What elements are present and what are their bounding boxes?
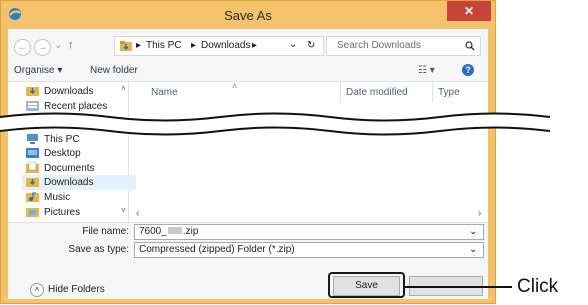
command-bar: Organise ▾ New folder ☷ ▾ ?: [8, 59, 488, 81]
folder-icon: [120, 41, 132, 51]
recent-locations-chevron-icon[interactable]: ⌄: [54, 40, 62, 51]
documents-folder-icon: [26, 162, 39, 173]
nav-item-downloads-selected[interactable]: Downloads: [22, 175, 136, 190]
nav-item-music[interactable]: Music: [26, 190, 126, 205]
help-icon[interactable]: ?: [462, 64, 474, 76]
breadcrumb-this-pc[interactable]: This PC: [146, 40, 182, 51]
breadcrumb-sep: ▸: [191, 40, 197, 51]
new-folder-button[interactable]: New folder: [90, 65, 138, 76]
column-header-date-modified[interactable]: Date modified: [346, 87, 408, 98]
breadcrumb-sep: ▸: [136, 40, 142, 51]
up-button[interactable]: ↑: [68, 39, 74, 51]
pictures-folder-icon: [26, 208, 39, 217]
redacted-block: [167, 227, 182, 234]
dialog-body: ← → ⌄ ↑ ▸ This PC ▸ Downloads ▸ ⌄ ↻ Sear…: [8, 29, 488, 299]
close-button[interactable]: ✕: [447, 1, 491, 21]
address-dropdown-icon[interactable]: ⌄: [289, 39, 297, 50]
file-name-input[interactable]: 7600_ .zip ⌄: [134, 224, 484, 240]
address-bar[interactable]: ▸ This PC ▸ Downloads ▸ ⌄ ↻: [114, 36, 324, 56]
nav-item-desktop[interactable]: Desktop: [26, 146, 126, 161]
forward-button[interactable]: →: [34, 39, 51, 56]
save-type-dropdown-icon[interactable]: ⌄: [469, 243, 477, 257]
click-annotation: Click: [517, 276, 559, 297]
file-name-dropdown-icon[interactable]: ⌄: [469, 225, 477, 239]
scroll-up-icon[interactable]: ˄: [121, 84, 126, 93]
save-button[interactable]: Save: [333, 276, 400, 296]
desktop-folder-icon: [26, 148, 39, 158]
refresh-icon[interactable]: ↻: [307, 40, 315, 51]
hide-folders-button[interactable]: Hide Folders: [48, 284, 105, 295]
break-marker: [0, 112, 588, 136]
breadcrumb-sep: ▸: [252, 40, 258, 51]
save-as-type-label: Save as type:: [68, 244, 129, 255]
scroll-right-icon[interactable]: ›: [478, 208, 481, 219]
search-box[interactable]: Search Downloads: [326, 36, 481, 56]
browser-pane: Downloads Recent places ˄ ˅ Name ˄ Date …: [8, 81, 488, 223]
save-as-dialog: Save As ✕ ← → ⌄ ↑ ▸ This PC ▸ Downloads …: [0, 0, 496, 304]
search-input[interactable]: Search Downloads: [337, 40, 421, 51]
downloads-folder-icon: [26, 178, 39, 187]
column-header-type[interactable]: Type: [438, 87, 460, 98]
breadcrumb-downloads[interactable]: Downloads: [201, 40, 250, 51]
save-as-type-select[interactable]: Compressed (zipped) Folder (*.zip) ⌄: [134, 242, 484, 258]
search-icon[interactable]: [465, 41, 475, 51]
sort-ascending-icon: ˄: [232, 81, 238, 91]
column-divider[interactable]: [340, 82, 341, 102]
callout-line: [404, 286, 512, 288]
file-name-label: File name:: [82, 226, 129, 237]
hide-folders-chevron-icon[interactable]: ˄: [30, 283, 44, 297]
window-title: Save As: [224, 8, 272, 23]
music-folder-icon: [26, 192, 39, 202]
nav-item-documents[interactable]: Documents: [26, 161, 126, 176]
title-bar[interactable]: Save As ✕: [1, 1, 495, 29]
view-options-icon[interactable]: ☷ ▾: [418, 65, 435, 76]
column-divider[interactable]: [432, 82, 433, 102]
nav-item-downloads[interactable]: Downloads: [26, 84, 126, 99]
nav-item-pictures[interactable]: Pictures: [26, 205, 126, 220]
back-button[interactable]: ←: [14, 39, 31, 56]
column-header-name[interactable]: Name: [151, 87, 178, 98]
scroll-left-icon[interactable]: ‹: [136, 208, 139, 219]
organise-menu[interactable]: Organise ▾: [14, 65, 62, 76]
downloads-folder-icon: [26, 87, 39, 96]
